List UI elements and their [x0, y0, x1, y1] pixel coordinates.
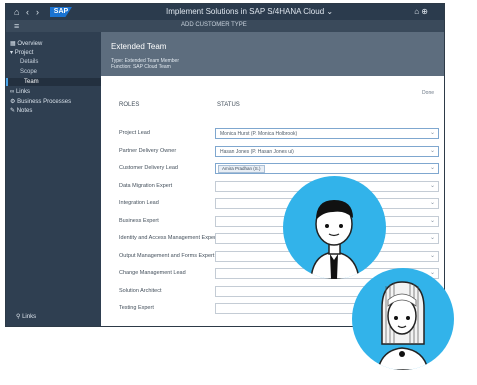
shell-bar: ⌂ ‹ › SAP Implement Solutions in SAP S/4…: [6, 4, 444, 20]
sidebar-item-overview[interactable]: ▦ Overview: [10, 40, 42, 47]
chevron-down-icon[interactable]: ⌄: [430, 252, 435, 259]
notes-icon: ✎: [10, 108, 16, 114]
field-label: Testing Expert: [119, 305, 154, 311]
sidebar-item-label: Links: [15, 89, 30, 95]
form-row: Data Migration Expert ⌄: [119, 180, 439, 193]
app-title[interactable]: Implement Solutions in SAP S/4HANA Cloud…: [166, 7, 333, 16]
chevron-down-icon[interactable]: ⌄: [430, 199, 435, 206]
token-chip[interactable]: Amira Pradhan (S.): [218, 165, 265, 173]
page-header: Extended Team Type: Extended Team Member…: [101, 32, 444, 76]
process-icon: ⚙: [10, 99, 16, 105]
shell-right-icons[interactable]: ⌂ ⊕: [414, 7, 428, 16]
sidebar: ▦ Overview ▾ Project Details Scope Team …: [6, 32, 103, 326]
folder-icon: ▾: [10, 50, 14, 56]
sub-bar: ≡ ADD CUSTOMER TYPE: [6, 20, 444, 32]
field-label: Integration Lead: [119, 200, 159, 206]
page-subtitle: Type: Extended Team Member Function: SAP…: [111, 58, 179, 70]
chevron-down-icon[interactable]: ⌄: [430, 147, 435, 154]
home-icon[interactable]: ⌂: [14, 7, 19, 17]
done-button[interactable]: Done: [422, 90, 434, 96]
field-label: Solution Architect: [119, 287, 162, 294]
page-title: Extended Team: [111, 42, 167, 51]
column-header-roles: ROLES: [119, 102, 140, 108]
form-row: Customer Delivery Lead Amira Pradhan (S.)…: [119, 163, 439, 175]
app-title-text: Implement Solutions in SAP S/4HANA Cloud: [166, 7, 325, 16]
sidebar-item-links[interactable]: ∞ Links: [10, 89, 30, 95]
sidebar-bottom-links[interactable]: ⚲ Links: [16, 313, 36, 320]
chevron-down-icon[interactable]: ⌄: [430, 234, 435, 241]
form-row: Output Management and Forms Expert ⌄: [119, 250, 439, 263]
role-select[interactable]: Amira Pradhan (S.) ⌄: [215, 163, 439, 174]
chevron-down-icon[interactable]: ⌄: [430, 164, 435, 171]
sidebar-item-label: Notes: [16, 108, 33, 114]
sidebar-item-label: Business Processes: [17, 99, 72, 105]
woman-illustration: [377, 281, 429, 370]
header-line-function: Function: SAP Cloud Team: [111, 64, 171, 70]
grid-icon: ▦: [10, 41, 16, 47]
chevron-down-icon: ⌄: [326, 7, 334, 16]
sidebar-item-label: Project: [14, 50, 34, 56]
avatar-man: [283, 176, 386, 279]
role-select[interactable]: Monica Hurst (P. Monica Holbrook) ⌄: [215, 128, 439, 139]
chevron-down-icon[interactable]: ⌄: [430, 129, 435, 136]
sidebar-bottom-label: Links: [22, 314, 37, 320]
field-label: Data Migration Expert: [119, 182, 173, 189]
chevron-down-icon[interactable]: ⌄: [430, 217, 435, 224]
forward-icon[interactable]: ›: [36, 7, 39, 17]
form-row: Integration Lead ⌄: [119, 198, 439, 210]
field-label: Change Management Lead: [119, 270, 186, 276]
sidebar-item-scope[interactable]: Scope: [20, 69, 37, 75]
field-label: Business Expert: [119, 217, 159, 224]
field-label: Identity and Access Management Expert: [119, 235, 218, 241]
column-header-status: STATUS: [217, 102, 240, 108]
form-row: Identity and Access Management Expert ⌄: [119, 233, 439, 245]
sidebar-item-project[interactable]: ▾ Project: [10, 49, 33, 56]
man-illustration: [310, 200, 360, 279]
menu-icon[interactable]: ≡: [14, 21, 19, 31]
back-icon[interactable]: ‹: [26, 7, 29, 17]
sidebar-item-business-processes[interactable]: ⚙ Business Processes: [10, 98, 71, 105]
sidebar-item-details[interactable]: Details: [20, 59, 38, 65]
breadcrumb: ADD CUSTOMER TYPE: [181, 22, 247, 28]
field-value: Monica Hurst (P. Monica Holbrook): [220, 131, 298, 137]
form-row: Business Expert ⌄: [119, 215, 439, 228]
sidebar-active-indicator: [6, 78, 103, 86]
link-icon: ⚲: [16, 314, 21, 320]
field-label: Customer Delivery Lead: [119, 165, 178, 171]
field-label: Project Lead: [119, 130, 150, 136]
sidebar-item-notes[interactable]: ✎ Notes: [10, 107, 32, 114]
avatar-woman: [352, 268, 454, 370]
form-row: Partner Delivery Owner Hasan Jones (P. Ha…: [119, 145, 439, 158]
chevron-down-icon[interactable]: ⌄: [430, 182, 435, 189]
sidebar-item-label: Overview: [17, 41, 43, 47]
field-label: Output Management and Forms Expert: [119, 252, 215, 259]
sidebar-item-team[interactable]: Team: [24, 79, 39, 85]
chevron-down-icon[interactable]: ⌄: [430, 269, 435, 276]
form-row: Project Lead Monica Hurst (P. Monica Holb…: [119, 128, 439, 140]
field-label: Partner Delivery Owner: [119, 147, 177, 154]
link-icon: ∞: [10, 89, 15, 95]
field-value: Hasan Jones (P. Hasan Jones ui): [220, 148, 294, 155]
sap-logo[interactable]: SAP: [50, 7, 72, 17]
role-select[interactable]: Hasan Jones (P. Hasan Jones ui) ⌄: [215, 145, 439, 157]
